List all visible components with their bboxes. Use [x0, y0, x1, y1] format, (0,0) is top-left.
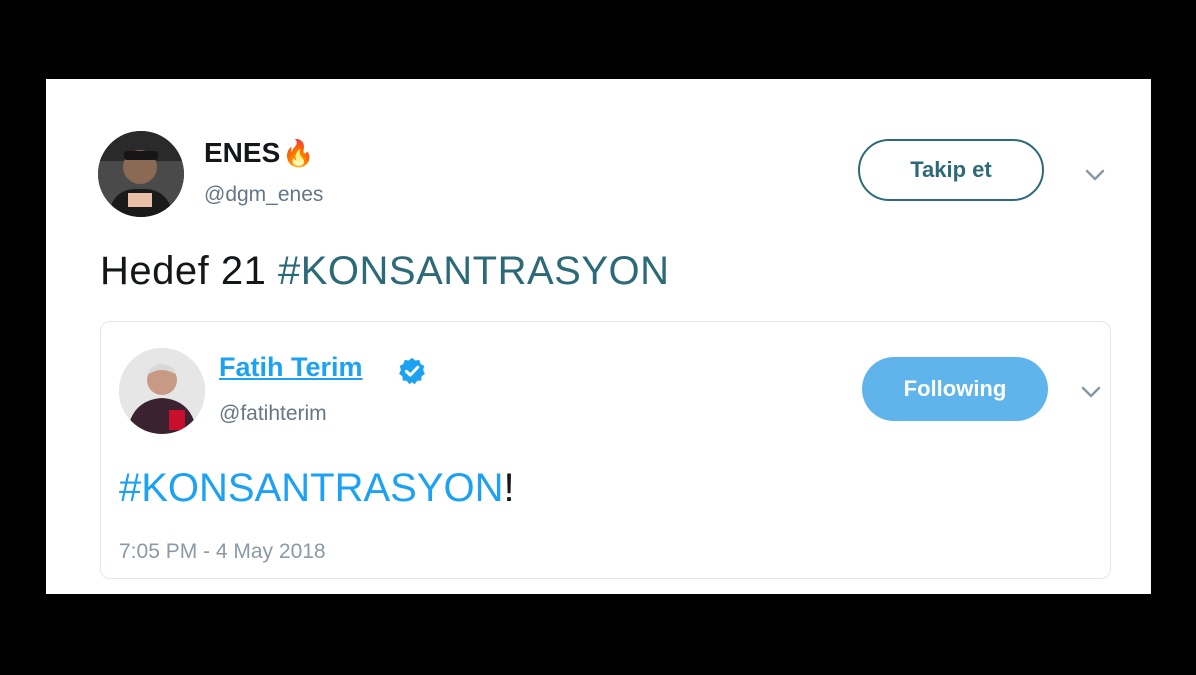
tweet-text-plain: Hedef 21 [100, 249, 278, 293]
quoted-author-avatar-image [119, 348, 205, 434]
quoted-author-handle[interactable]: @fatihterim [219, 402, 327, 426]
follow-button[interactable]: Takip et [858, 139, 1044, 201]
chevron-down-icon[interactable] [1083, 163, 1107, 187]
chevron-down-icon[interactable] [1079, 380, 1103, 404]
quoted-author-name[interactable]: Fatih Terim [219, 352, 363, 383]
quoted-text-suffix: ! [503, 466, 515, 510]
author-avatar-image [98, 131, 184, 217]
tweet-timestamp[interactable]: 7:05 PM - 4 May 2018 [119, 540, 326, 564]
author-avatar[interactable] [98, 131, 184, 217]
hashtag-link[interactable]: #KONSANTRASYON [278, 249, 670, 293]
following-button[interactable]: Following [862, 357, 1048, 421]
author-name[interactable]: ENES 🔥 [204, 137, 315, 169]
tweet-text: Hedef 21 #KONSANTRASYON [100, 249, 670, 294]
fire-emoji-icon: 🔥 [282, 137, 315, 168]
quoted-tweet-card[interactable]: Fatih Terim @fatihterim Following #KONSA… [100, 321, 1111, 579]
quoted-tweet-text: #KONSANTRASYON! [119, 466, 515, 511]
quoted-author-avatar[interactable] [119, 348, 205, 434]
tweet-frame: ENES 🔥 @dgm_enes Takip et Hedef 21 #KONS… [46, 79, 1151, 594]
quoted-hashtag-link[interactable]: #KONSANTRASYON [119, 466, 504, 510]
author-handle[interactable]: @dgm_enes [204, 183, 323, 207]
author-name-text: ENES [204, 137, 281, 168]
verified-badge-icon [399, 357, 425, 385]
